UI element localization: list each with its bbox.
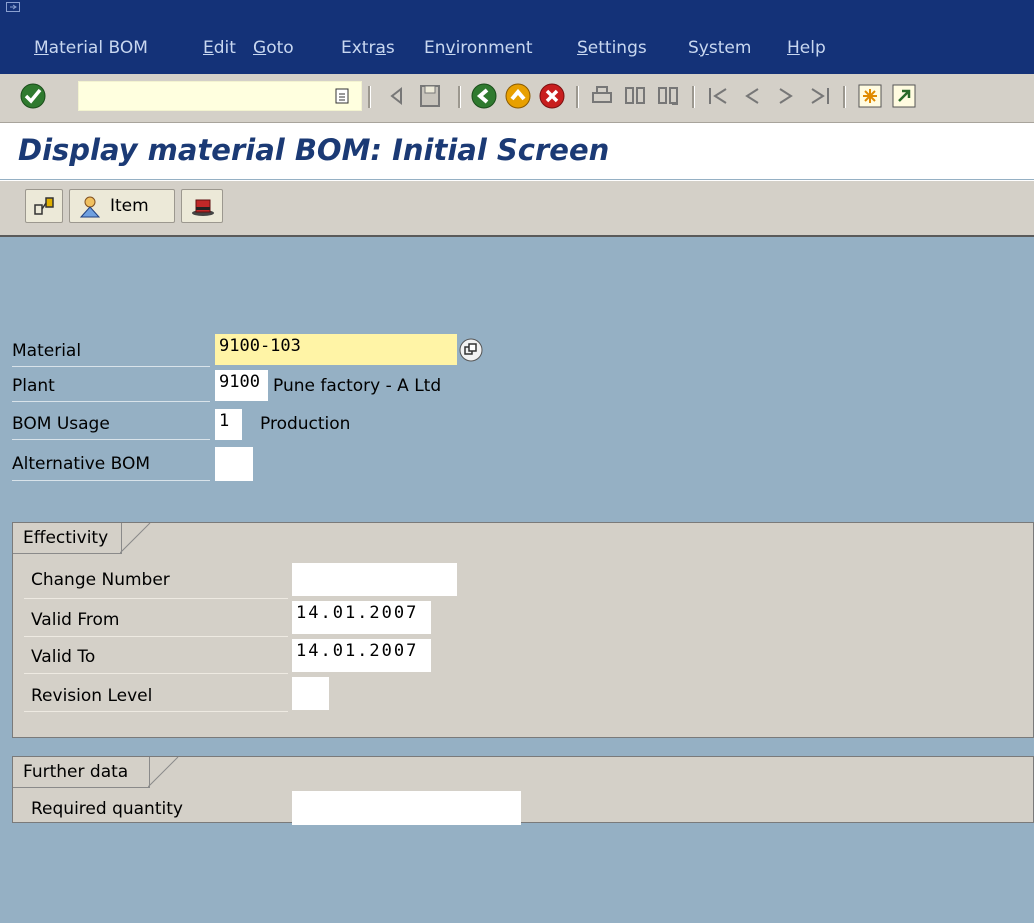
divider bbox=[24, 673, 288, 674]
group-tab-slant bbox=[148, 757, 179, 788]
print-icon[interactable] bbox=[588, 82, 616, 110]
valid-to-label: Valid To bbox=[31, 647, 96, 667]
exit-icon[interactable] bbox=[504, 82, 532, 110]
required-quantity-label: Required quantity bbox=[31, 799, 183, 819]
plant-input[interactable]: 9100 bbox=[215, 370, 268, 401]
save-icon[interactable] bbox=[416, 82, 444, 110]
command-history-icon[interactable] bbox=[332, 86, 352, 106]
toolbar-separator bbox=[692, 86, 695, 108]
system-menu-icon[interactable] bbox=[6, 2, 20, 14]
further-data-title: Further data bbox=[23, 762, 129, 782]
item-button-label: Item bbox=[110, 196, 149, 216]
revision-level-input[interactable] bbox=[292, 677, 329, 710]
required-quantity-input[interactable] bbox=[292, 791, 521, 825]
last-page-icon[interactable] bbox=[806, 82, 834, 110]
command-field[interactable] bbox=[78, 81, 362, 111]
change-number-input[interactable] bbox=[292, 563, 457, 596]
find-icon[interactable] bbox=[621, 82, 649, 110]
alternative-bom-input[interactable] bbox=[215, 447, 253, 481]
menu-settings[interactable]: Settings bbox=[577, 38, 647, 58]
further-data-tab: Further data bbox=[13, 757, 150, 788]
item-button[interactable]: Item bbox=[69, 189, 175, 223]
change-number-label: Change Number bbox=[31, 570, 170, 590]
effectivity-group: Effectivity bbox=[12, 522, 1034, 738]
divider bbox=[24, 636, 288, 637]
effectivity-title: Effectivity bbox=[23, 528, 109, 548]
hierarchy-button[interactable] bbox=[25, 189, 63, 223]
toolbar-separator bbox=[458, 86, 461, 108]
previous-page-icon[interactable] bbox=[738, 82, 766, 110]
enter-icon[interactable] bbox=[18, 81, 48, 111]
new-session-icon[interactable] bbox=[856, 82, 884, 110]
divider bbox=[24, 598, 288, 599]
menu-goto[interactable]: Goto bbox=[253, 38, 294, 58]
plant-description: Pune factory - A Ltd bbox=[273, 376, 442, 396]
valid-from-label: Valid From bbox=[31, 610, 120, 630]
matchcode-icon[interactable] bbox=[458, 337, 484, 363]
plant-label: Plant bbox=[12, 372, 210, 402]
menu-edit[interactable]: Edit bbox=[203, 38, 236, 58]
group-tab-slant bbox=[120, 523, 151, 554]
back-arrow-icon[interactable] bbox=[383, 82, 411, 110]
alternative-bom-label: Alternative BOM bbox=[12, 447, 210, 481]
hat-icon bbox=[192, 199, 214, 216]
hierarchy-icon bbox=[34, 197, 54, 215]
toolbar-separator bbox=[576, 86, 579, 108]
menu-extras[interactable]: Extras bbox=[341, 38, 395, 58]
back-icon[interactable] bbox=[470, 82, 498, 110]
cancel-icon[interactable] bbox=[538, 82, 566, 110]
divider bbox=[24, 711, 288, 712]
bom-usage-label: BOM Usage bbox=[12, 410, 210, 440]
material-label: Material bbox=[12, 337, 210, 367]
valid-to-input[interactable]: 14.01.2007 bbox=[292, 639, 431, 672]
menu-environment[interactable]: Environment bbox=[424, 38, 533, 58]
item-icon bbox=[79, 196, 101, 218]
toolbar-separator bbox=[843, 86, 846, 108]
first-page-icon[interactable] bbox=[704, 82, 732, 110]
menu-bar bbox=[0, 0, 1034, 74]
revision-level-label: Revision Level bbox=[31, 686, 153, 706]
find-next-icon[interactable] bbox=[654, 82, 682, 110]
page-title: Display material BOM: Initial Screen bbox=[18, 133, 610, 167]
menu-system[interactable]: System bbox=[688, 38, 751, 58]
bom-usage-description: Production bbox=[260, 414, 351, 434]
bom-usage-input[interactable]: 1 bbox=[215, 409, 242, 440]
shortcut-icon[interactable] bbox=[890, 82, 918, 110]
menu-help[interactable]: Help bbox=[787, 38, 826, 58]
valid-from-input[interactable]: 14.01.2007 bbox=[292, 601, 431, 634]
effectivity-tab: Effectivity bbox=[13, 523, 122, 554]
material-input[interactable]: 9100-103 bbox=[215, 334, 457, 365]
toolbar-separator bbox=[368, 86, 371, 108]
hat-button[interactable] bbox=[181, 189, 223, 223]
next-page-icon[interactable] bbox=[772, 82, 800, 110]
menu-material-bom[interactable]: Material BOM bbox=[34, 38, 148, 58]
